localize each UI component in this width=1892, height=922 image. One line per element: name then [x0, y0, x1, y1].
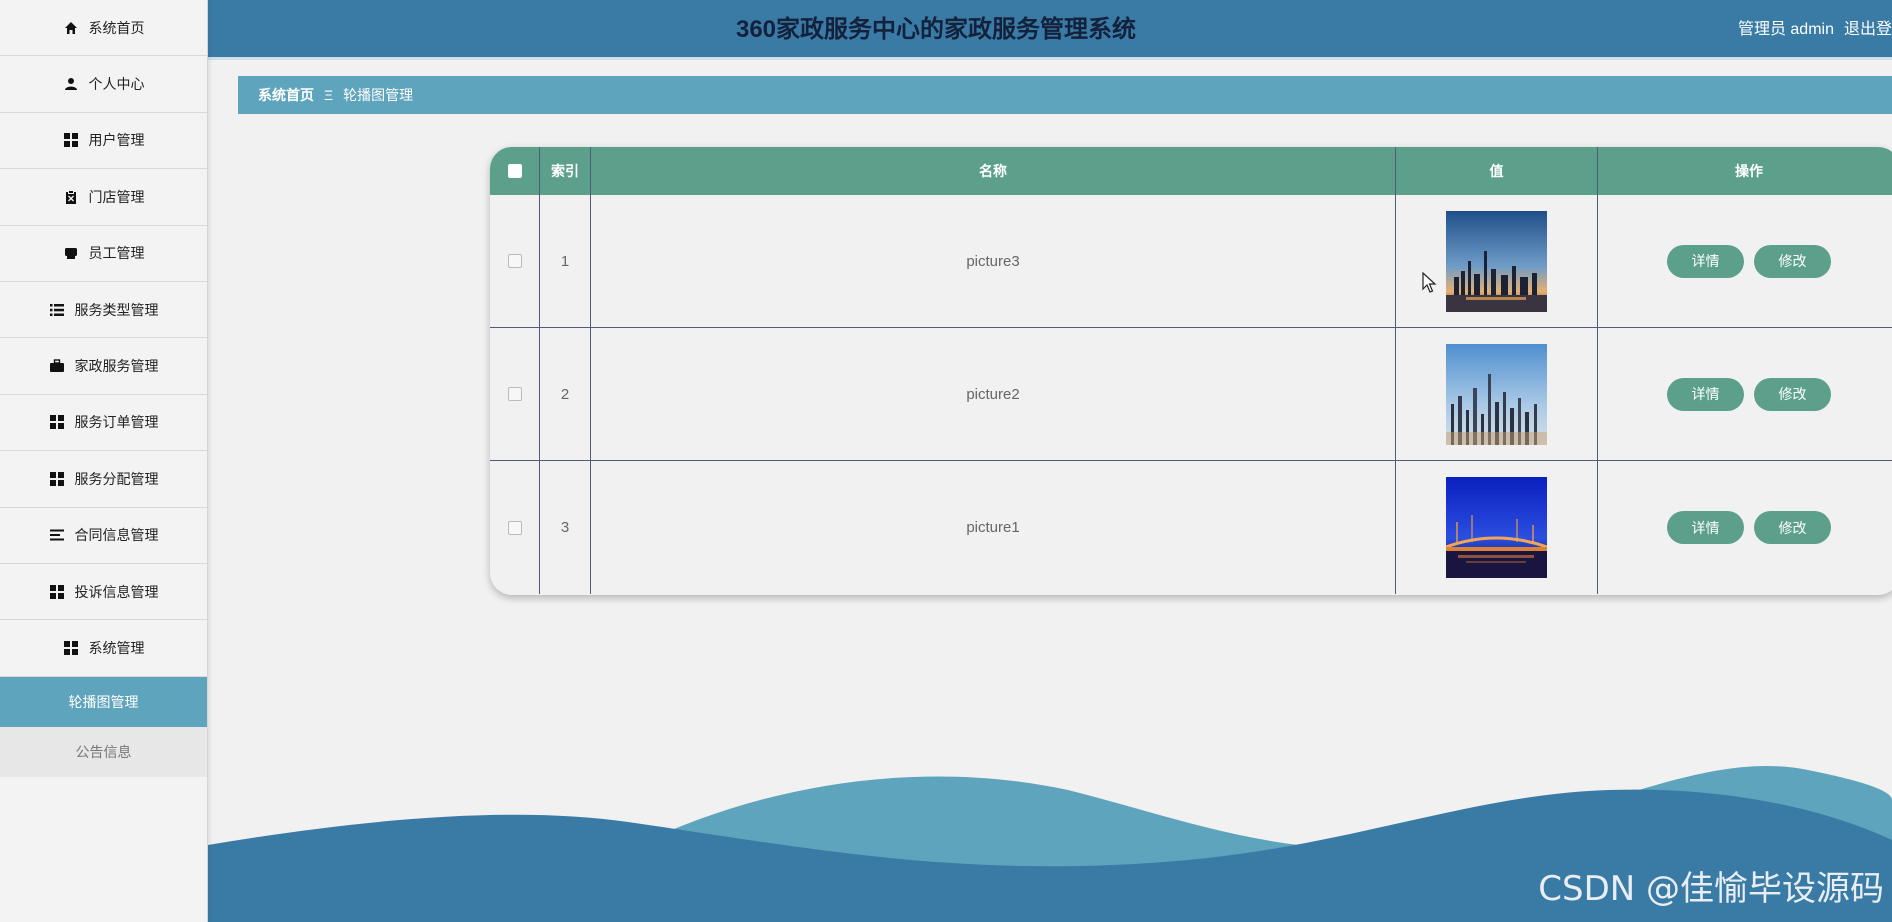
app-title: 360家政服务中心的家政服务管理系统: [735, 16, 1137, 43]
edit-button[interactable]: 修改: [1754, 244, 1831, 278]
row-image-cell: [1396, 328, 1598, 460]
sidebar-item-label: 服务类型管理: [74, 301, 159, 318]
mouse-cursor-icon: [1422, 272, 1437, 293]
admin-user-label: 管理员 admin: [1737, 21, 1834, 38]
row-name: picture3: [591, 195, 1396, 327]
breadcrumb-current: 轮播图管理: [343, 87, 414, 103]
sidebar-item-label: 服务订单管理: [74, 414, 159, 431]
city-skyline-sunset-image: [1446, 210, 1547, 312]
sidebar-item-profile[interactable]: 个人中心: [0, 56, 207, 113]
grid-icon: [63, 640, 79, 656]
row-actions: 详情 修改: [1598, 461, 1892, 594]
menu-icon: [49, 527, 65, 543]
sidebar-item-stores[interactable]: 门店管理: [0, 169, 207, 226]
column-header-value: 值: [1396, 147, 1598, 195]
table-row: 2 picture2 详情 修改: [490, 328, 1892, 461]
logout-link[interactable]: 退出登: [1844, 21, 1892, 38]
detail-button[interactable]: 详情: [1667, 511, 1744, 544]
sidebar-item-label: 系统管理: [88, 639, 145, 656]
sidebar-item-label: 用户管理: [88, 132, 145, 149]
list-icon: [49, 302, 65, 318]
top-header: 360家政服务中心的家政服务管理系统 管理员 admin 退出登: [208, 0, 1892, 60]
row-image-cell: [1396, 461, 1598, 594]
column-header-actions: 操作: [1735, 163, 1763, 179]
sidebar-item-label: 合同信息管理: [74, 527, 159, 544]
select-all-checkbox[interactable]: [507, 164, 522, 178]
row-name: picture2: [591, 328, 1396, 460]
sidebar-item-label: 系统首页: [88, 19, 145, 36]
grid-icon: [49, 414, 65, 430]
sidebar-item-label: 投诉信息管理: [74, 583, 159, 600]
carousel-table: 索引 名称 值 操作 1 picture3 详情 修改 2 picture2 详…: [490, 147, 1892, 595]
sidebar-item-home[interactable]: 系统首页: [0, 0, 207, 57]
row-actions: 详情 修改: [1598, 195, 1892, 327]
sidebar-item-complaints[interactable]: 投诉信息管理: [0, 563, 207, 621]
sidebar-item-contracts[interactable]: 合同信息管理: [0, 507, 207, 564]
sidebar-item-label: 服务分配管理: [74, 470, 159, 487]
row-select-cell: [490, 461, 540, 594]
row-checkbox[interactable]: [507, 520, 522, 535]
table-row: 3 picture1 详情 修改: [490, 461, 1892, 594]
csdn-watermark: CSDN @佳愉毕设源码: [1538, 869, 1884, 909]
breadcrumb-separator: Ξ: [324, 87, 334, 103]
row-select-cell: [490, 328, 540, 460]
column-header-index: 索引: [540, 147, 591, 195]
sidebar-item-assignments[interactable]: 服务分配管理: [0, 451, 207, 508]
printer-icon: [63, 245, 79, 261]
clipboard-icon: [63, 189, 79, 205]
sidebar-item-staff[interactable]: 员工管理: [0, 225, 207, 282]
edit-button[interactable]: 修改: [1754, 511, 1831, 544]
detail-button[interactable]: 详情: [1667, 377, 1744, 411]
user-icon: [63, 76, 79, 92]
sidebar-item-label: 门店管理: [88, 188, 145, 205]
blurred-city-skyline-image: [1446, 343, 1547, 445]
sidebar-item-home-services[interactable]: 家政服务管理: [0, 338, 207, 395]
select-all-cell: [490, 147, 540, 195]
sidebar-item-service-types[interactable]: 服务类型管理: [0, 281, 207, 339]
sidebar-subitem-notices[interactable]: 公告信息: [0, 726, 207, 777]
row-select-cell: [490, 195, 540, 327]
detail-button[interactable]: 详情: [1667, 244, 1744, 278]
grid-icon: [49, 471, 65, 487]
table-header: 索引 名称 值 操作: [490, 147, 1892, 195]
row-name: picture1: [591, 461, 1396, 594]
edit-button[interactable]: 修改: [1754, 377, 1831, 411]
night-bridge-blue-image: [1446, 477, 1547, 578]
breadcrumb: 系统首页 Ξ 轮播图管理: [238, 76, 1892, 114]
sidebar-item-label: 个人中心: [88, 76, 145, 93]
breadcrumb-home[interactable]: 系统首页: [258, 85, 314, 105]
row-index: 2: [540, 328, 591, 460]
row-index: 3: [540, 461, 591, 594]
row-checkbox[interactable]: [507, 254, 522, 268]
sidebar-item-orders[interactable]: 服务订单管理: [0, 394, 207, 452]
row-checkbox[interactable]: [507, 387, 522, 401]
grid-icon: [49, 584, 65, 600]
row-image-cell: [1396, 195, 1598, 327]
briefcase-icon: [49, 358, 65, 374]
sidebar-subitem-carousel[interactable]: 轮播图管理: [0, 676, 207, 727]
grid-icon: [63, 132, 79, 148]
sidebar-item-label: 员工管理: [88, 245, 145, 262]
sidebar-item-users[interactable]: 用户管理: [0, 112, 207, 170]
column-header-name: 名称: [591, 147, 1396, 195]
home-icon: [63, 20, 79, 36]
sidebar: 系统首页 个人中心 用户管理 门店管理 员工管理 服务类型管理 家政服务管理 服…: [0, 0, 208, 922]
row-actions: 详情 修改: [1598, 328, 1892, 460]
table-row: 1 picture3 详情 修改: [490, 195, 1892, 328]
sidebar-item-system[interactable]: 系统管理: [0, 620, 207, 677]
sidebar-item-label: 家政服务管理: [74, 358, 159, 375]
row-index: 1: [540, 195, 591, 327]
header-user-area: 管理员 admin 退出登: [1738, 0, 1892, 60]
